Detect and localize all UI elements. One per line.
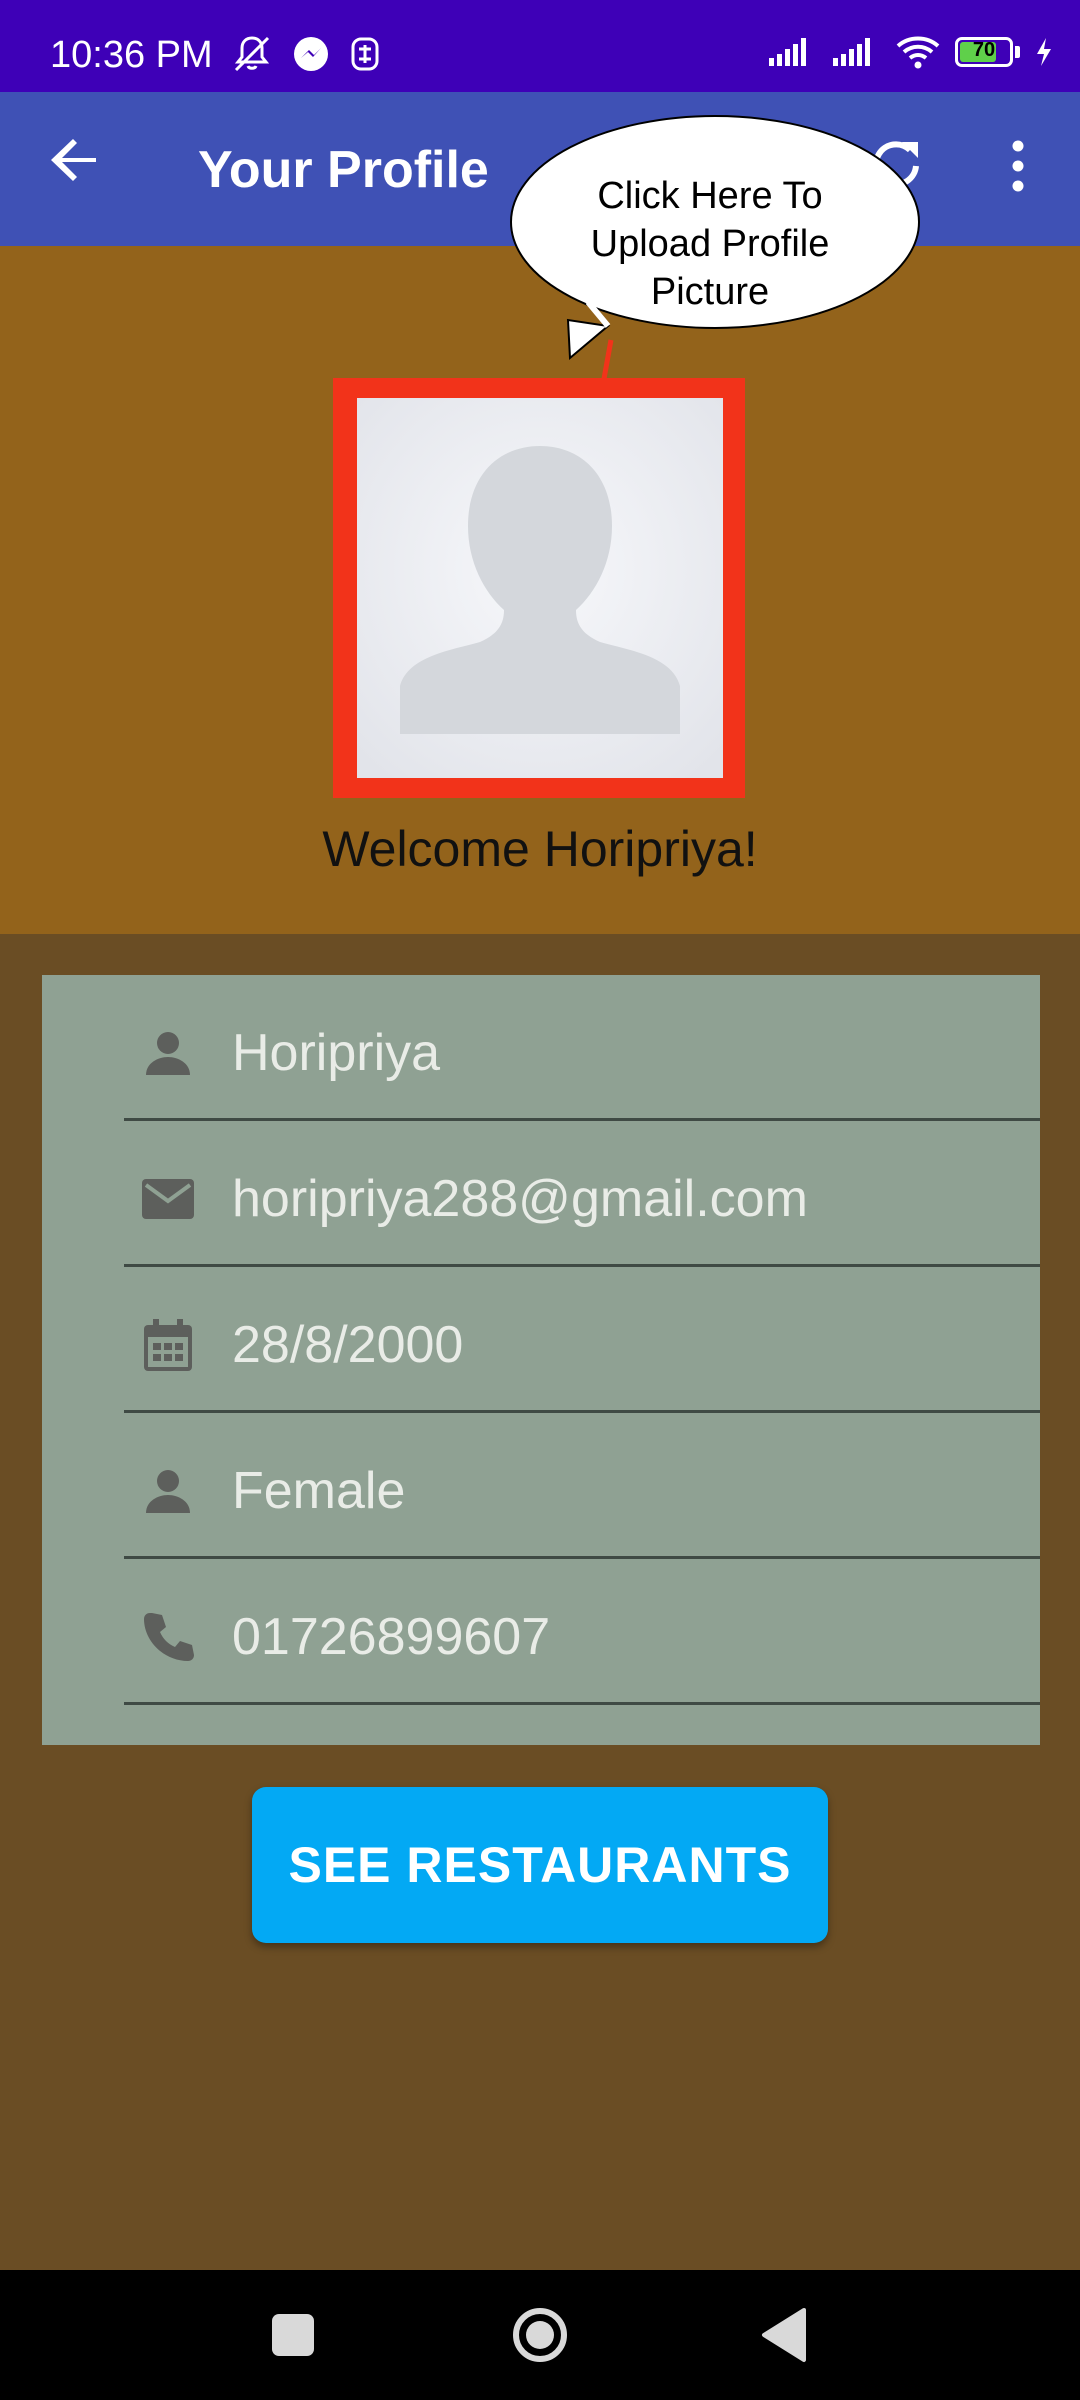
email-value: horipriya288@gmail.com [232, 1170, 808, 1228]
arrow-back-icon[interactable] [44, 128, 108, 192]
see-restaurants-button[interactable]: SEE RESTAURANTS [252, 1787, 828, 1943]
welcome-message: Welcome Horipriya! [322, 821, 758, 877]
callout-line: Upload Profile [590, 223, 830, 265]
email-field[interactable]: horipriya288@gmail.com [124, 1121, 1040, 1267]
name-value: Horipriya [232, 1024, 441, 1082]
notification-icon [351, 37, 379, 71]
gender-value: Female [232, 1462, 406, 1520]
phone-icon [144, 1613, 194, 1661]
home-icon[interactable] [510, 2305, 570, 2365]
signal-icon [769, 38, 806, 66]
status-time: 10:36 PM [50, 34, 213, 76]
name-field[interactable]: Horipriya [124, 975, 1040, 1121]
avatar-placeholder-icon [357, 398, 723, 778]
messenger-icon [294, 37, 328, 71]
nav-back-icon[interactable] [758, 2306, 808, 2364]
birthdate-value: 28/8/2000 [232, 1316, 464, 1374]
phone-value: 01726899607 [232, 1608, 551, 1666]
profile-picture[interactable] [357, 398, 723, 778]
wifi-icon [896, 36, 940, 69]
status-icons-left [230, 34, 382, 74]
phone-field[interactable]: 01726899607 [124, 1559, 1040, 1705]
mute-icon [234, 36, 270, 72]
signal-icon [833, 38, 870, 66]
gender-field[interactable]: Female [124, 1413, 1040, 1559]
callout-line: Click Here To [597, 175, 823, 217]
recent-apps-icon[interactable] [272, 2314, 314, 2356]
birthdate-field[interactable]: 28/8/2000 [124, 1267, 1040, 1413]
email-icon [142, 1179, 194, 1219]
status-icons-right: 70 [767, 32, 1054, 72]
battery-level: 70 [972, 39, 996, 61]
battery-icon: 70 [955, 37, 1013, 67]
person-icon [146, 1032, 190, 1075]
calendar-icon [144, 1319, 192, 1371]
profile-details-card: Horipriya horipriya288@gmail.com 28/8/20… [42, 975, 1040, 1745]
callout-line: Picture [650, 271, 770, 313]
callout-text: Click Here To Upload Profile Picture [540, 172, 880, 316]
page-title: Your Profile [198, 141, 489, 199]
charging-icon [1037, 38, 1051, 66]
person-icon [146, 1470, 190, 1513]
battery-cap [1015, 46, 1020, 58]
more-vert-icon[interactable] [994, 136, 1042, 196]
